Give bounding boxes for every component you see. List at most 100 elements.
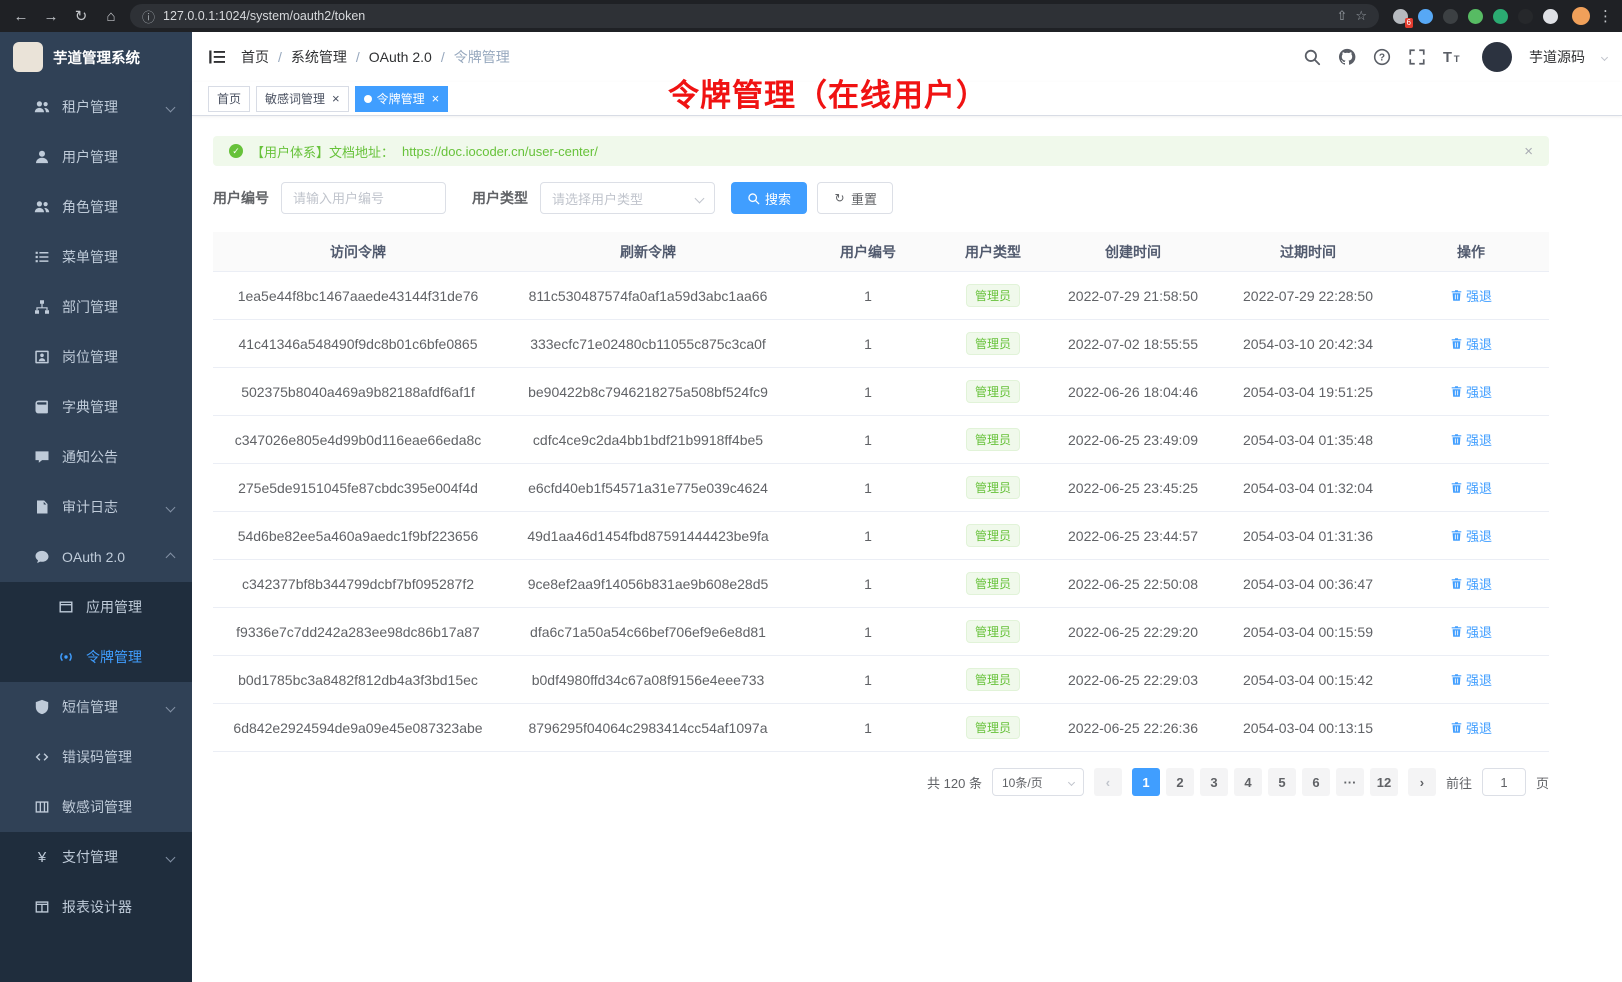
sidebar-item-report-designer[interactable]: 报表设计器 (0, 882, 192, 932)
address-bar[interactable]: ⓘ 127.0.0.1:1024/system/oauth2/token ⇧ ☆ (130, 4, 1379, 28)
page-button-1[interactable]: 1 (1132, 768, 1160, 796)
table-row: 502375b8040a469a9b82188afdf6af1fbe90422b… (213, 368, 1549, 416)
force-logout-button[interactable]: 强退 (1450, 334, 1492, 353)
page-button-2[interactable]: 2 (1166, 768, 1194, 796)
sidebar-item-user[interactable]: 用户管理 (0, 132, 192, 182)
site-info-icon[interactable]: ⓘ (142, 7, 155, 26)
cell-expires-at: 2054-03-04 00:13:15 (1223, 720, 1393, 736)
extension-teal-icon[interactable] (1493, 9, 1508, 24)
share-icon[interactable]: ⇧ (1336, 8, 1347, 24)
page-button-3[interactable]: 3 (1200, 768, 1228, 796)
sidebar-item-audit-log[interactable]: 审计日志 (0, 482, 192, 532)
cell-refresh-token: 333ecfc71e02480cb11055c875c3ca0f (503, 336, 793, 352)
force-logout-button[interactable]: 强退 (1450, 478, 1492, 497)
prev-page-button[interactable]: ‹ (1094, 768, 1122, 796)
alert-close-icon[interactable]: × (1524, 143, 1533, 160)
page-button-12[interactable]: 12 (1370, 768, 1398, 796)
cell-user-id: 1 (793, 336, 943, 352)
search-button[interactable]: 搜索 (731, 182, 807, 214)
reset-button-label: 重置 (851, 189, 877, 208)
force-logout-button[interactable]: 强退 (1450, 574, 1492, 593)
tab-close-icon[interactable]: × (432, 92, 440, 105)
page-button-4[interactable]: 4 (1234, 768, 1262, 796)
page-ellipsis-button[interactable]: ··· (1336, 768, 1364, 796)
reset-button[interactable]: ↻ 重置 (817, 182, 893, 214)
browser-toolbar: ← → ↻ ⌂ ⓘ 127.0.0.1:1024/system/oauth2/t… (0, 0, 1622, 32)
sidebar-item-oauth2-app[interactable]: 应用管理 (0, 582, 192, 632)
tab-home[interactable]: 首页 (208, 86, 250, 112)
sidebar-item-oauth2[interactable]: OAuth 2.0 (0, 532, 192, 582)
sidebar-item-oauth2-token[interactable]: 令牌管理 (0, 632, 192, 682)
browser-home-icon[interactable]: ⌂ (100, 8, 122, 25)
annotation-text: 令牌管理（在线用户） (668, 70, 988, 115)
user-type-badge: 管理员 (966, 668, 1020, 691)
sidebar-item-sensitive-word[interactable]: 敏感词管理 (0, 782, 192, 832)
browser-menu-icon[interactable]: ⋮ (1598, 7, 1612, 25)
sidebar-item-error-code[interactable]: 错误码管理 (0, 732, 192, 782)
trash-icon (1450, 337, 1463, 350)
browser-back-icon[interactable]: ← (10, 8, 32, 25)
browser-reload-icon[interactable]: ↻ (70, 7, 92, 25)
cell-refresh-token: 811c530487574fa0af1a59d3abc1aa66 (503, 288, 793, 304)
user-id-input[interactable] (281, 182, 446, 214)
force-logout-button[interactable]: 强退 (1450, 718, 1492, 737)
sidebar-item-menu[interactable]: 菜单管理 (0, 232, 192, 282)
browser-forward-icon[interactable]: → (40, 8, 62, 25)
force-logout-button[interactable]: 强退 (1450, 382, 1492, 401)
cell-user-type: 管理员 (943, 332, 1043, 355)
extension-light-icon[interactable] (1543, 9, 1558, 24)
table-row: c342377bf8b344799dcbf7bf095287f29ce8ef2a… (213, 560, 1549, 608)
cell-expires-at: 2054-03-04 00:15:42 (1223, 672, 1393, 688)
chevron-down-icon[interactable] (1601, 53, 1608, 60)
user-avatar[interactable] (1482, 42, 1512, 72)
goto-page-input[interactable] (1482, 768, 1526, 796)
cell-user-type: 管理员 (943, 284, 1043, 307)
breadcrumb-item[interactable]: OAuth 2.0 (369, 49, 432, 65)
page-button-5[interactable]: 5 (1268, 768, 1296, 796)
cell-expires-at: 2054-03-04 19:51:25 (1223, 384, 1393, 400)
tab-label: 首页 (217, 90, 241, 107)
sidebar-item-sms[interactable]: 短信管理 (0, 682, 192, 732)
sidebar-item-notice[interactable]: 通知公告 (0, 432, 192, 482)
sidebar-item-dept[interactable]: 部门管理 (0, 282, 192, 332)
sidebar-item-pay[interactable]: ¥支付管理 (0, 832, 192, 882)
extension-black-icon[interactable] (1518, 9, 1533, 24)
extension-green-icon[interactable] (1468, 9, 1483, 24)
hamburger-icon[interactable] (207, 47, 227, 67)
sidebar-item-tenant[interactable]: 租户管理 (0, 82, 192, 132)
user-type-select[interactable]: 请选择用户类型 (540, 182, 715, 214)
table-row: 1ea5e44f8bc1467aaede43144f31de76811c5304… (213, 272, 1549, 320)
tab-close-icon[interactable]: × (332, 92, 340, 105)
font-size-icon[interactable]: TT (1443, 48, 1461, 66)
tab-token[interactable]: 令牌管理× (355, 86, 449, 112)
breadcrumb-item[interactable]: 首页 (241, 47, 269, 67)
bookmark-star-icon[interactable]: ☆ (1355, 8, 1367, 24)
cell-user-type: 管理员 (943, 428, 1043, 451)
tab-sensitive-word[interactable]: 敏感词管理× (256, 86, 349, 112)
force-logout-button[interactable]: 强退 (1450, 670, 1492, 689)
fullscreen-icon[interactable] (1408, 48, 1426, 66)
help-icon[interactable]: ? (1373, 48, 1391, 66)
sidebar-item-post[interactable]: 岗位管理 (0, 332, 192, 382)
cell-created-at: 2022-07-02 18:55:55 (1043, 336, 1223, 352)
extension-dark-icon[interactable] (1443, 9, 1458, 24)
github-icon[interactable] (1338, 48, 1356, 66)
breadcrumb-item[interactable]: 系统管理 (291, 47, 347, 67)
force-logout-button[interactable]: 强退 (1450, 286, 1492, 305)
extension-blue-icon[interactable] (1418, 9, 1433, 24)
force-logout-button[interactable]: 强退 (1450, 430, 1492, 449)
user-name[interactable]: 芋道源码 (1529, 47, 1585, 67)
tree-icon (34, 299, 50, 315)
page-button-6[interactable]: 6 (1302, 768, 1330, 796)
cell-user-id: 1 (793, 576, 943, 592)
sidebar-item-dict[interactable]: 字典管理 (0, 382, 192, 432)
page-size-select[interactable]: 10条/页 (992, 768, 1084, 796)
extension-grid-icon[interactable]: 6 (1393, 9, 1408, 24)
alert-doc-link[interactable]: https://doc.iocoder.cn/user-center/ (402, 144, 598, 159)
browser-profile-avatar[interactable] (1572, 7, 1590, 25)
next-page-button[interactable]: › (1408, 768, 1436, 796)
force-logout-button[interactable]: 强退 (1450, 526, 1492, 545)
sidebar-item-role[interactable]: 角色管理 (0, 182, 192, 232)
force-logout-button[interactable]: 强退 (1450, 622, 1492, 641)
search-icon[interactable] (1303, 48, 1321, 66)
